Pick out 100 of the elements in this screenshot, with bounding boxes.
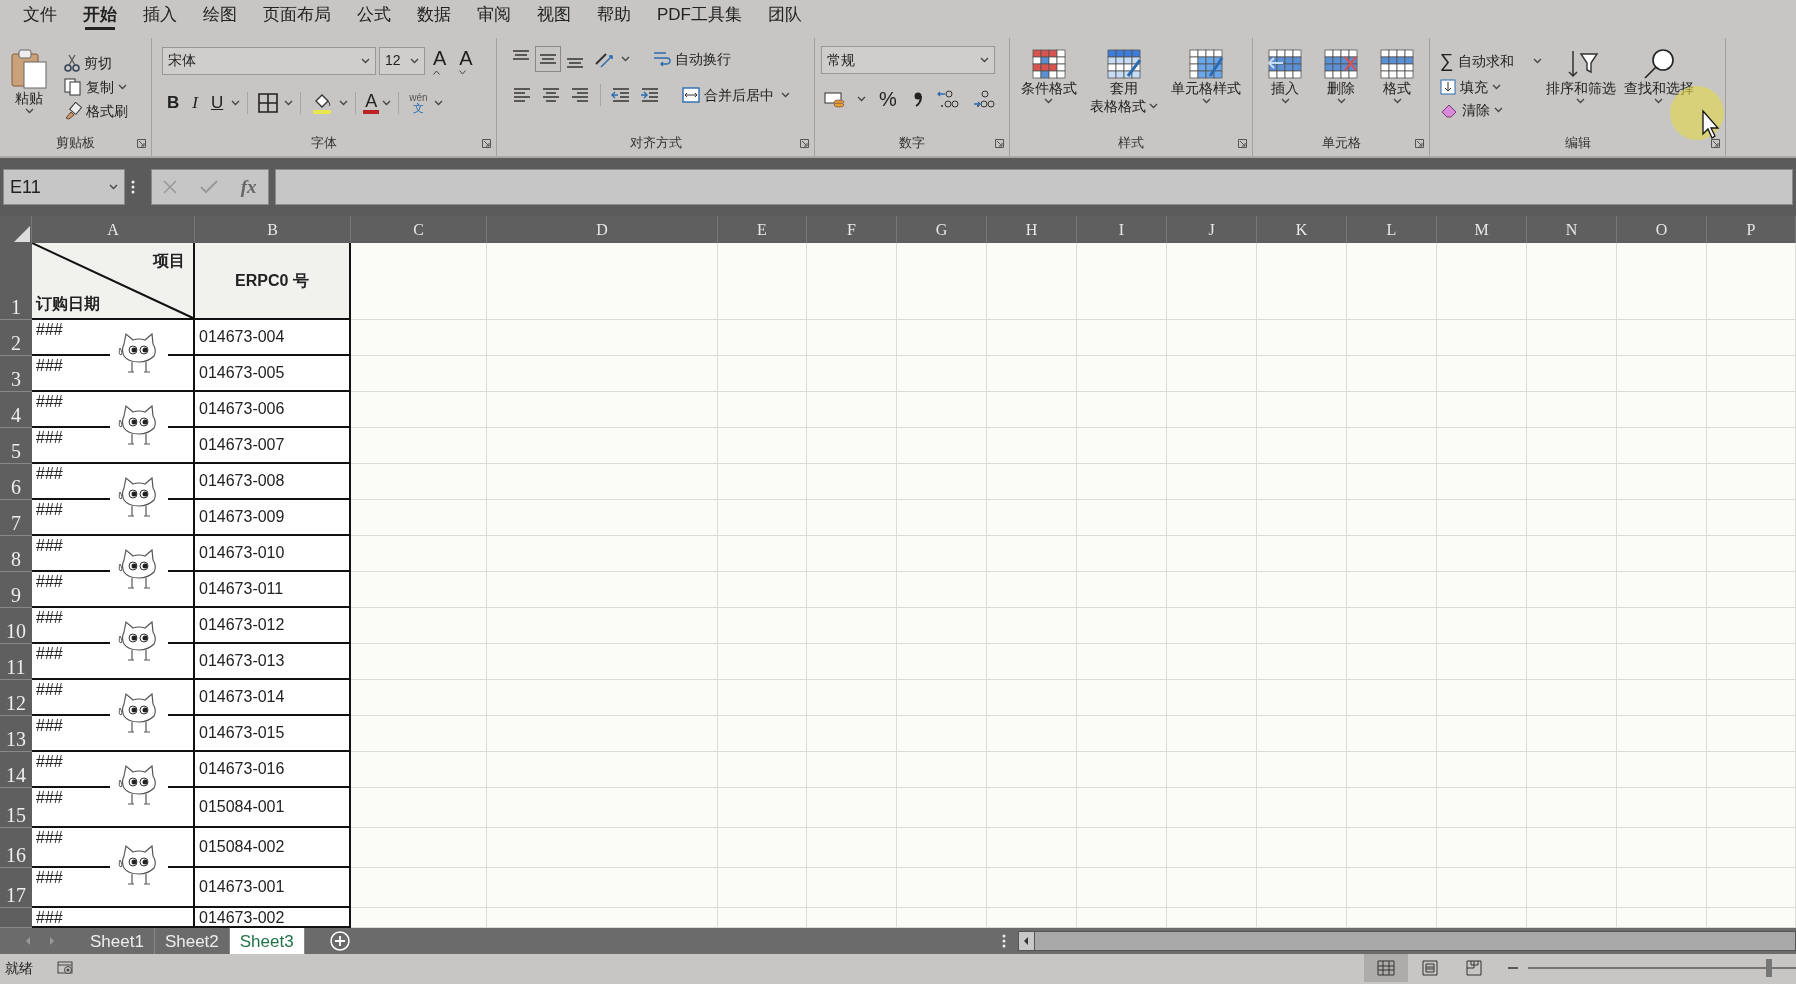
name-box[interactable]: E11 [3,169,125,205]
table-cell[interactable] [1707,716,1796,752]
menu-tab[interactable]: 帮助 [584,1,644,31]
table-cell[interactable] [897,356,987,392]
table-cell[interactable] [1077,644,1167,680]
table-cell[interactable] [1077,392,1167,428]
table-cell[interactable] [1527,428,1617,464]
table-cell[interactable] [1617,788,1707,828]
table-cell[interactable] [1167,680,1257,716]
table-cell[interactable] [1077,908,1167,928]
table-cell[interactable] [351,356,487,392]
table-cell[interactable] [487,356,718,392]
table-cell[interactable] [1617,392,1707,428]
row-header[interactable]: 1 [0,243,32,320]
table-cell[interactable] [897,536,987,572]
table-cell[interactable] [351,572,487,608]
table-cell[interactable] [1347,536,1437,572]
caret-icon[interactable] [1532,58,1542,65]
caret-icon[interactable] [109,184,118,190]
table-cell[interactable] [807,908,897,928]
table-cell[interactable] [1347,908,1437,928]
sheet-tab[interactable]: Sheet3 [229,928,305,954]
cell-button[interactable]: 格式 [1375,46,1419,106]
caret-icon[interactable] [231,100,241,106]
table-cell[interactable] [1617,868,1707,908]
table-cell[interactable] [1437,243,1527,320]
table-cell[interactable] [487,752,718,788]
style-button[interactable]: 单元格样式 [1167,46,1246,106]
table-cell[interactable] [487,464,718,500]
table-cell[interactable] [897,908,987,928]
table-cell[interactable] [1347,868,1437,908]
menu-tab[interactable]: 数据 [404,1,464,31]
table-cell[interactable] [1527,868,1617,908]
table-cell[interactable] [1167,464,1257,500]
caret-icon[interactable] [1494,107,1503,113]
table-cell[interactable] [1077,572,1167,608]
table-cell[interactable] [487,644,718,680]
table-cell[interactable] [487,716,718,752]
table-cell[interactable] [1347,356,1437,392]
table-cell[interactable] [897,464,987,500]
table-cell[interactable] [487,572,718,608]
table-cell[interactable] [1437,464,1527,500]
table-cell[interactable] [1257,243,1347,320]
table-cell[interactable] [987,536,1077,572]
table-cell[interactable] [1437,644,1527,680]
table-cell[interactable] [807,243,897,320]
caret-icon[interactable] [1149,103,1158,110]
font-name-dropdown[interactable]: 宋体 [162,46,376,75]
scroll-right-icon[interactable] [49,936,55,946]
cut-button[interactable]: 剪切 [60,52,132,74]
table-cell[interactable] [1167,356,1257,392]
row-header[interactable]: 14 [0,752,32,788]
table-cell[interactable] [1347,428,1437,464]
autosum-button[interactable]: ∑ 自动求和 [1436,48,1518,75]
sort-filter-button[interactable]: 排序和筛选 [1541,46,1620,106]
table-cell[interactable] [1167,608,1257,644]
table-cell[interactable] [487,788,718,828]
table-cell[interactable] [351,536,487,572]
table-cell[interactable] [1617,680,1707,716]
horizontal-scrollbar[interactable] [1018,931,1796,951]
table-cell[interactable] [1167,320,1257,356]
row-header[interactable]: 5 [0,428,32,464]
table-cell[interactable] [1167,392,1257,428]
table-cell[interactable] [987,644,1077,680]
table-cell[interactable] [351,752,487,788]
table-cell[interactable] [718,752,807,788]
table-cell[interactable] [1707,392,1796,428]
table-cell[interactable] [1707,752,1796,788]
table-cell[interactable] [1347,680,1437,716]
table-cell[interactable] [1617,608,1707,644]
table-cell[interactable] [1167,644,1257,680]
table-cell[interactable] [1347,828,1437,868]
table-cell[interactable] [1527,828,1617,868]
font-size-dropdown[interactable]: 12 [379,46,425,75]
table-cell[interactable] [807,392,897,428]
table-cell[interactable] [807,644,897,680]
table-cell[interactable] [987,716,1077,752]
table-cell[interactable] [1347,752,1437,788]
table-cell[interactable] [1707,788,1796,828]
table-cell[interactable] [987,392,1077,428]
table-cell[interactable] [1257,392,1347,428]
table-cell[interactable] [1707,680,1796,716]
table-cell[interactable] [1077,356,1167,392]
row-header[interactable]: 4 [0,392,32,428]
zoom-out-icon[interactable] [1508,966,1518,970]
table-cell[interactable] [1527,536,1617,572]
bold-button[interactable]: B [162,92,185,114]
table-cell[interactable] [1347,716,1437,752]
table-cell[interactable] [987,243,1077,320]
table-cell[interactable] [1167,752,1257,788]
more-options-icon[interactable] [1002,934,1006,948]
cell-button[interactable]: 删除 [1319,46,1363,106]
style-button[interactable]: 套用 表格格式 [1086,46,1162,117]
table-cell[interactable] [1257,428,1347,464]
table-cell[interactable] [1437,320,1527,356]
table-cell[interactable] [1617,572,1707,608]
row-header[interactable]: 6 [0,464,32,500]
table-cell[interactable] [1437,908,1527,928]
table-cell[interactable] [718,608,807,644]
table-cell[interactable] [1257,320,1347,356]
